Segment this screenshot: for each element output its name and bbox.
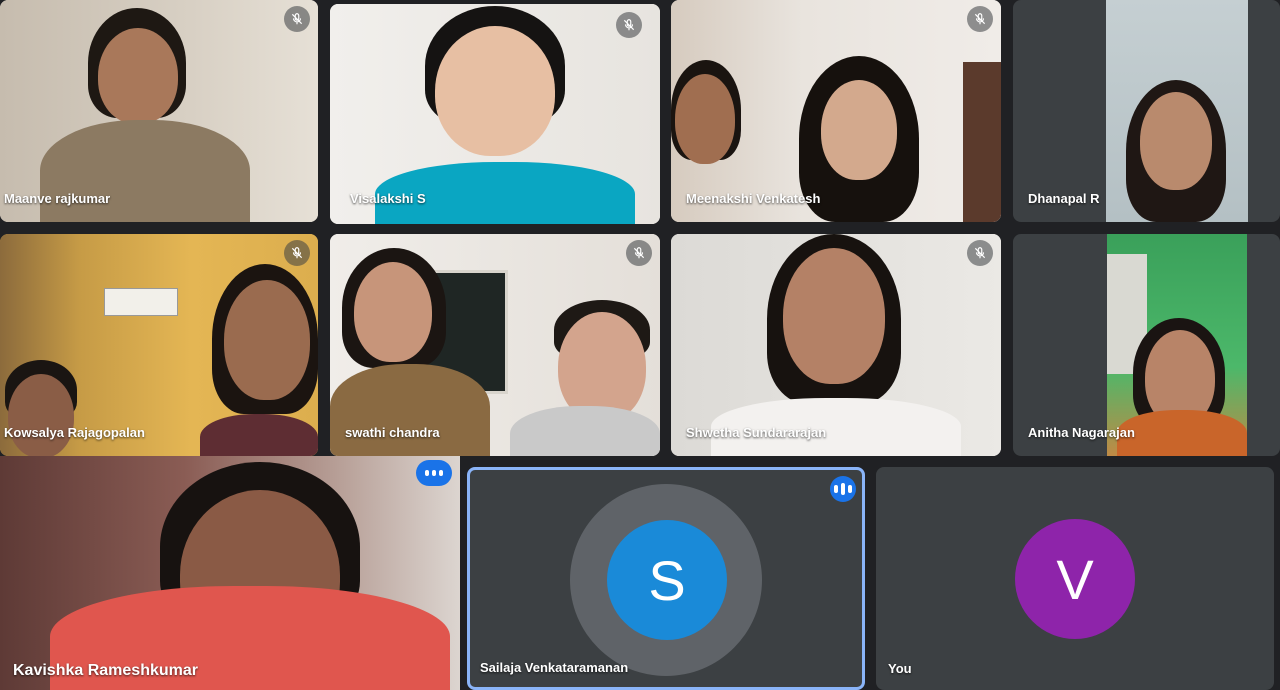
mic-off-icon	[967, 240, 993, 266]
video-feed	[963, 62, 1001, 222]
mic-off-icon	[284, 240, 310, 266]
video-feed	[1107, 234, 1247, 456]
participant-tile-swathi[interactable]: swathi chandra	[330, 234, 660, 456]
video-feed	[40, 120, 250, 222]
audio-level-icon	[830, 476, 856, 502]
participant-name: Visalakshi S	[350, 191, 426, 206]
participant-name: You	[888, 661, 912, 676]
avatar: S	[607, 520, 727, 640]
video-feed	[330, 364, 490, 456]
video-feed	[8, 374, 74, 456]
video-feed	[104, 288, 178, 316]
avatar-letter: S	[648, 548, 686, 612]
participant-name: Kavishka Rameshkumar	[13, 662, 198, 679]
video-feed	[1117, 410, 1247, 456]
video-feed	[510, 406, 660, 456]
audio-level-icon	[416, 460, 452, 486]
participant-tile-kavishka[interactable]: Kavishka Rameshkumar	[0, 456, 460, 690]
participant-tile-shwetha[interactable]: Shwetha Sundararajan	[671, 234, 1001, 456]
participant-name: Maanve rajkumar	[4, 191, 111, 206]
participant-name: swathi chandra	[345, 425, 440, 440]
participant-tile-sailaja[interactable]: S Sailaja Venkataramanan	[467, 467, 865, 690]
participant-name: Kowsalya Rajagopalan	[4, 425, 145, 440]
mic-off-icon	[284, 6, 310, 32]
video-feed	[224, 280, 310, 400]
mic-off-icon	[967, 6, 993, 32]
video-feed	[354, 262, 432, 362]
participant-tile-dhanapal[interactable]: Dhanapal R	[1013, 0, 1280, 222]
video-feed	[821, 80, 897, 180]
participant-tile-anitha[interactable]: Anitha Nagarajan	[1013, 234, 1280, 456]
participant-name: Shwetha Sundararajan	[686, 425, 827, 440]
avatar-letter: V	[1056, 547, 1094, 611]
video-feed	[200, 414, 318, 456]
avatar: V	[1015, 519, 1135, 639]
participant-name: Meenakshi Venkatesh	[686, 191, 821, 206]
participant-tile-meenakshi[interactable]: Meenakshi Venkatesh	[671, 0, 1001, 222]
video-feed	[1106, 0, 1248, 222]
video-feed	[98, 28, 178, 124]
participant-tile-visalakshi[interactable]: Visalakshi S	[330, 4, 660, 224]
mic-off-icon	[616, 12, 642, 38]
video-feed	[783, 248, 885, 384]
participant-name: Sailaja Venkataramanan	[480, 660, 629, 675]
mic-off-icon	[626, 240, 652, 266]
participant-tile-maanve[interactable]: Maanve rajkumar	[0, 0, 318, 222]
video-feed	[675, 74, 735, 164]
video-feed	[1140, 92, 1212, 190]
participant-tile-you[interactable]: V You	[876, 467, 1274, 690]
participant-name: Anitha Nagarajan	[1028, 425, 1135, 440]
participant-name: Dhanapal R	[1028, 191, 1100, 206]
participant-tile-kowsalya[interactable]: Kowsalya Rajagopalan	[0, 234, 318, 456]
video-feed	[435, 26, 555, 156]
